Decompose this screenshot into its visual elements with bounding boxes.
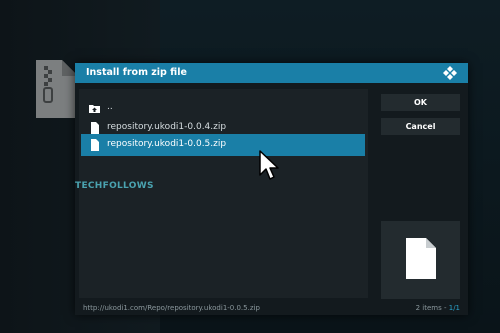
list-item-label: repository.ukodi1-0.0.4.zip xyxy=(107,122,227,132)
dialog-title: Install from zip file xyxy=(86,67,187,78)
zip-archive-backdrop-icon xyxy=(36,60,78,118)
folder-up-icon xyxy=(89,105,100,113)
preview-thumbnail xyxy=(381,221,460,299)
footer-path: http://ukodi1.com/Repo/repository.ukodi1… xyxy=(83,304,260,312)
file-icon xyxy=(91,139,99,151)
dialog-title-bar: Install from zip file xyxy=(75,63,468,83)
page-indicator: 1/1 xyxy=(448,304,460,312)
watermark: TECHFOLLOWS xyxy=(75,181,154,191)
list-item-zip-005[interactable]: repository.ukodi1-0.0.5.zip xyxy=(81,134,365,156)
list-item-parent-folder[interactable]: .. xyxy=(81,97,365,119)
item-count-text: 2 items - xyxy=(415,304,449,312)
footer-item-count: 2 items - 1/1 xyxy=(416,304,460,312)
file-icon xyxy=(91,122,99,134)
list-item-label: .. xyxy=(107,102,113,112)
mouse-pointer-icon xyxy=(259,150,279,180)
list-item-label: repository.ukodi1-0.0.5.zip xyxy=(107,139,227,149)
kodi-logo-icon xyxy=(443,66,457,80)
ok-button[interactable]: OK xyxy=(381,94,460,111)
file-icon xyxy=(406,238,436,279)
file-list: .. repository.ukodi1-0.0.4.zip repositor… xyxy=(79,89,368,298)
cancel-button[interactable]: Cancel xyxy=(381,118,460,135)
